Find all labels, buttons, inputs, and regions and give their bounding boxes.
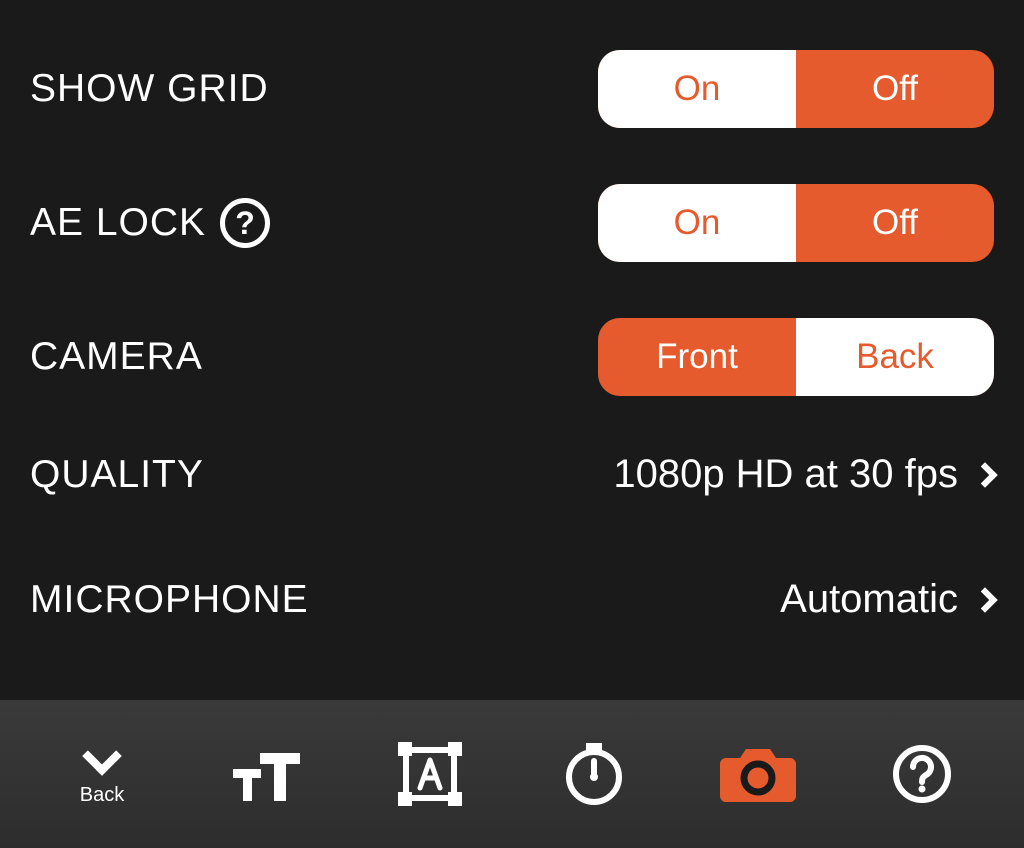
chevron-right-icon — [972, 462, 997, 487]
row-camera: CAMERA Front Back — [30, 318, 994, 396]
value-microphone[interactable]: Automatic — [780, 577, 994, 622]
label-show-grid: SHOW GRID — [30, 67, 269, 111]
help-button[interactable] — [840, 743, 1004, 805]
row-microphone[interactable]: MICROPHONE Automatic — [30, 577, 994, 622]
toggle-ae-lock-off[interactable]: Off — [796, 184, 994, 262]
label-camera: CAMERA — [30, 335, 203, 379]
label-microphone: MICROPHONE — [30, 578, 309, 622]
label-wrap-show-grid: SHOW GRID — [30, 67, 269, 111]
label-quality: QUALITY — [30, 453, 204, 497]
settings-content: SHOW GRID On Off AE LOCK ? On Off CAMERA… — [0, 0, 1024, 700]
toggle-show-grid-on[interactable]: On — [598, 50, 796, 128]
toolbar: Back — [0, 700, 1024, 848]
camera-button[interactable] — [676, 744, 840, 804]
text-box-icon — [394, 738, 466, 810]
label-wrap-ae-lock: AE LOCK ? — [30, 198, 270, 248]
back-button[interactable]: Back — [20, 742, 184, 807]
toggle-show-grid-off[interactable]: Off — [796, 50, 994, 128]
label-wrap-camera: CAMERA — [30, 335, 203, 379]
toggle-ae-lock[interactable]: On Off — [598, 184, 994, 262]
row-quality[interactable]: QUALITY 1080p HD at 30 fps — [30, 452, 994, 497]
toggle-camera-back[interactable]: Back — [796, 318, 994, 396]
value-microphone-text: Automatic — [780, 577, 958, 622]
help-icon[interactable]: ? — [220, 198, 270, 248]
value-quality[interactable]: 1080p HD at 30 fps — [613, 452, 994, 497]
toggle-camera[interactable]: Front Back — [598, 318, 994, 396]
value-quality-text: 1080p HD at 30 fps — [613, 452, 958, 497]
timer-button[interactable] — [512, 741, 676, 807]
row-show-grid: SHOW GRID On Off — [30, 50, 994, 128]
help-icon — [891, 743, 953, 805]
chevron-right-icon — [972, 587, 997, 612]
text-size-button[interactable] — [184, 747, 348, 802]
camera-icon — [720, 744, 796, 804]
row-ae-lock: AE LOCK ? On Off — [30, 184, 994, 262]
text-size-icon — [231, 747, 301, 802]
label-ae-lock: AE LOCK — [30, 201, 206, 245]
chevron-down-icon — [82, 736, 122, 776]
text-box-button[interactable] — [348, 738, 512, 810]
timer-icon — [561, 741, 627, 807]
back-label: Back — [80, 784, 124, 807]
toggle-camera-front[interactable]: Front — [598, 318, 796, 396]
toggle-show-grid[interactable]: On Off — [598, 50, 994, 128]
toggle-ae-lock-on[interactable]: On — [598, 184, 796, 262]
